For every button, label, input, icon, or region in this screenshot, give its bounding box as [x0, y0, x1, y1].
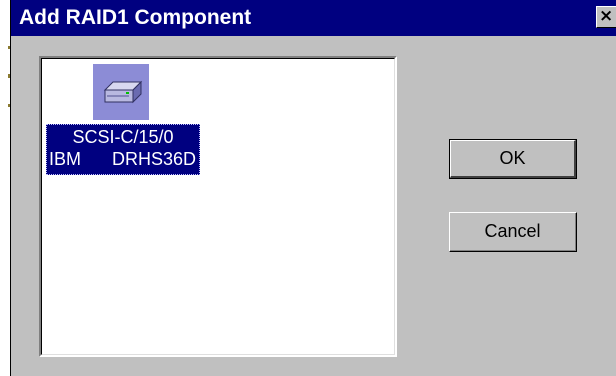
ok-button-label: OK: [450, 140, 576, 178]
disk-model: DRHS36D: [111, 149, 196, 169]
dialog-title: Add RAID1 Component: [19, 6, 252, 29]
list-item-disk[interactable]: SCSI-C/15/0 IBM DRHS36D: [46, 64, 206, 176]
disk-vendor: IBM: [49, 149, 82, 169]
screen: Add RAID1 Component × SCSI-C/15/0 IBM DR…: [0, 0, 616, 376]
ok-button[interactable]: OK: [449, 139, 577, 179]
disk-vendor-model: IBM DRHS36D: [46, 148, 200, 170]
background-window-edge: [0, 0, 10, 376]
disk-item-label: SCSI-C/15/0 IBM DRHS36D: [46, 124, 200, 175]
dialog-titlebar[interactable]: Add RAID1 Component ×: [11, 0, 616, 36]
close-button[interactable]: ×: [596, 6, 616, 28]
disk-location: SCSI-C/15/0: [72, 127, 174, 147]
cancel-button[interactable]: Cancel: [449, 212, 577, 252]
add-raid1-component-dialog: Add RAID1 Component × SCSI-C/15/0 IBM DR…: [10, 0, 616, 376]
cancel-button-label: Cancel: [450, 213, 576, 251]
disk-drive-graphic: [103, 80, 143, 104]
close-icon: ×: [599, 6, 614, 26]
disk-drive-icon: [93, 64, 149, 120]
